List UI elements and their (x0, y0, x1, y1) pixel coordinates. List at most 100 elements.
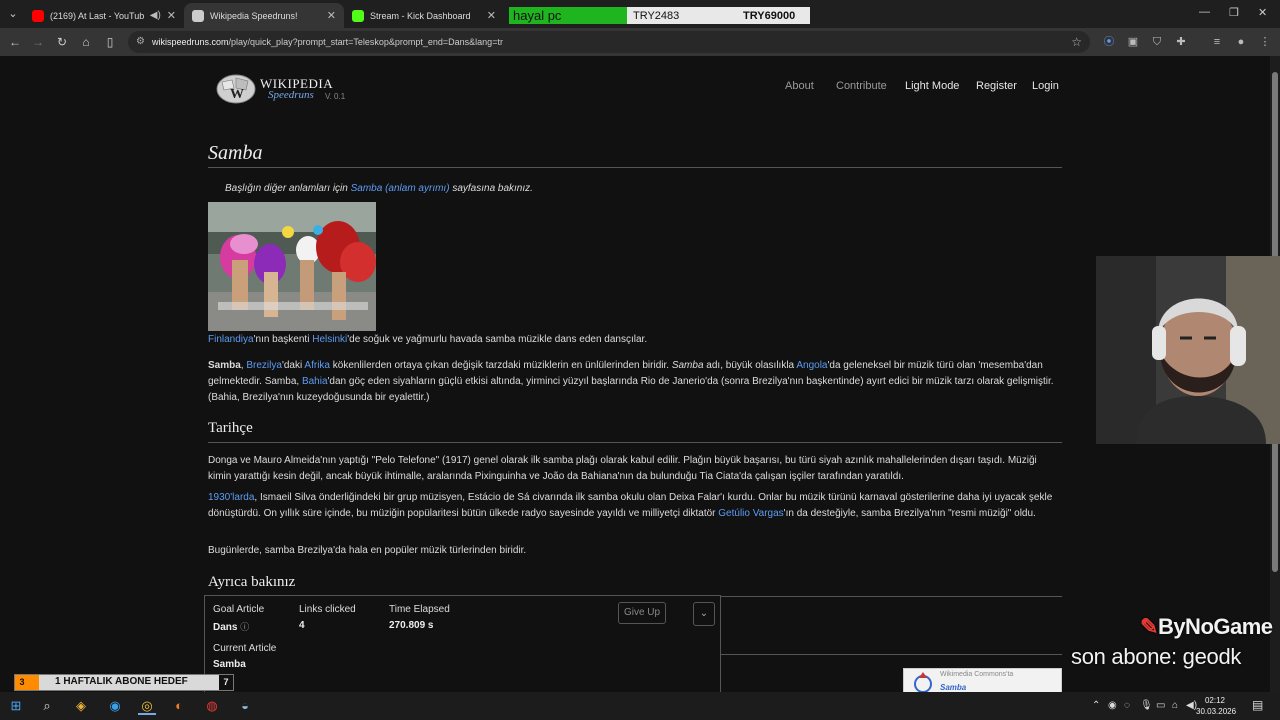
pen-logo-icon: ✎ (1140, 614, 1158, 639)
intro-paragraph: Samba, Brezilya'daki Afrika kökenlilerde… (208, 360, 1054, 403)
edge-icon[interactable]: ◉ (106, 697, 124, 715)
donation-target: TRY69000 (743, 9, 796, 22)
screen: ⌄ (2169) At Last - YouTube ◀) ✕ Wikipedi… (0, 0, 1280, 720)
speaker-icon[interactable]: ◀) (150, 10, 161, 21)
nav-light-mode[interactable]: Light Mode (905, 80, 959, 92)
article-title: Samba (208, 142, 263, 164)
time-elapsed-label: Time Elapsed (389, 604, 450, 615)
web-page: W WIKIPEDIA Speedruns V. 0.1 About Contr… (0, 56, 1270, 692)
link-1930larda[interactable]: 1930'larda (208, 492, 254, 503)
battery-icon[interactable]: ▭ (1156, 700, 1165, 711)
nav-about[interactable]: About (785, 80, 814, 92)
extension-icon[interactable]: ⦿ (1102, 35, 1116, 49)
microphone-icon[interactable]: 🎙 (1140, 700, 1153, 711)
section-heading-see-also: Ayrıca bakınız (208, 574, 296, 590)
tab-youtube[interactable]: (2169) At Last - YouTube ◀) ✕ (24, 3, 184, 28)
chrome-icon[interactable]: ◎ (138, 697, 156, 715)
commons-logo-icon (914, 672, 932, 692)
commons-link[interactable]: Samba (940, 683, 966, 692)
copilot-icon[interactable]: ◈ (72, 697, 90, 715)
url-path: /play/quick_play?prompt_start=Teleskop&p… (228, 37, 503, 47)
history-paragraph-3: Bugünlerde, samba Brezilya'da hala en po… (208, 545, 527, 556)
more-icon[interactable]: ⋮ (1258, 35, 1272, 49)
close-tab-icon[interactable]: ✕ (487, 9, 496, 22)
browser-toolbar: ← → ↻ ⌂ ▯ ⚙ wikispeedruns.com/play/quick… (0, 28, 1280, 56)
image-caption: Finlandiya'nın başkenti Helsinki'de soğu… (208, 334, 648, 345)
obs-icon[interactable]: ◍ (203, 697, 221, 715)
kick-icon (352, 9, 364, 22)
home-icon[interactable]: ⌂ (77, 33, 95, 51)
forward-icon[interactable]: → (29, 33, 47, 51)
notification-icon[interactable]: ▤ (1252, 698, 1263, 712)
link-bahia[interactable]: Bahia (302, 376, 328, 387)
section-divider (208, 442, 1062, 443)
version-label: V. 0.1 (325, 92, 346, 101)
donation-current: TRY2483 (633, 9, 680, 22)
youtube-icon (32, 9, 44, 22)
current-article-value: Samba (213, 659, 246, 670)
link-afrika[interactable]: Afrika (304, 360, 330, 371)
donation-goal-bar: hayal pc TRY2483 TRY69000 (509, 7, 810, 24)
link-angola[interactable]: Angola (796, 360, 827, 371)
donation-name: hayal pc (509, 7, 627, 24)
goal-current-number: 3 (15, 675, 29, 690)
nav-contribute[interactable]: Contribute (836, 80, 887, 92)
last-subscriber: son abone: geodk (1071, 644, 1242, 669)
minimize-icon[interactable]: — (1199, 6, 1210, 18)
link-brezilya[interactable]: Brezilya (246, 360, 282, 371)
tab-title: Wikipedia Speedruns! (210, 10, 298, 21)
browser-tabstrip: ⌄ (2169) At Last - YouTube ◀) ✕ Wikipedi… (0, 0, 1280, 28)
nav-login[interactable]: Login (1032, 80, 1059, 92)
info-icon[interactable]: ⓘ (240, 622, 249, 632)
bookmark-star-icon[interactable]: ☆ (1071, 31, 1082, 53)
article-image[interactable] (208, 202, 376, 331)
site-logo[interactable]: W WIKIPEDIA Speedruns V. 0.1 (212, 72, 362, 106)
extension-icon[interactable]: ▣ (1126, 35, 1140, 49)
search-icon[interactable]: ⌕ (38, 697, 56, 715)
side-panel-icon[interactable]: ▯ (101, 33, 119, 51)
taskbar-clock[interactable]: 02:12 30.03.2026 (1196, 695, 1236, 717)
nav-register[interactable]: Register (976, 80, 1017, 92)
reload-icon[interactable]: ↻ (53, 33, 71, 51)
commons-box[interactable]: Wikimedia Commons'ta Samba (903, 668, 1062, 692)
tab-search-icon[interactable]: ⌄ (4, 4, 22, 24)
tab-title: Stream - Kick Dashboard (370, 10, 471, 21)
shield-icon[interactable]: ⛉ (1150, 35, 1164, 49)
windows-start-icon[interactable]: ⊞ (7, 697, 25, 715)
firefox-icon[interactable]: ◐ (170, 697, 188, 715)
windows-taskbar: ⊞ ⌕ ◈ ◉ ◎ ◐ ◍ ◒ ⌃ ◉ ◌ 🎙 ▭ ⌂ ◀) 02:12 30.… (0, 692, 1280, 720)
tray-overflow-icon[interactable]: ⌃ (1092, 700, 1100, 711)
puzzle-icon[interactable]: ✚ (1174, 35, 1188, 49)
link-finlandiya[interactable]: Finlandiya (208, 334, 254, 345)
link-helsinki[interactable]: Helsinki (312, 334, 347, 345)
close-window-icon[interactable]: ✕ (1258, 6, 1267, 19)
disambiguation-link[interactable]: Samba (anlam ayrımı) (351, 183, 450, 194)
tab-wikispeedruns[interactable]: Wikipedia Speedruns! ✕ (184, 3, 344, 28)
address-bar[interactable]: ⚙ wikispeedruns.com/play/quick_play?prom… (128, 31, 1090, 53)
webcam-overlay (1096, 256, 1280, 444)
links-clicked-label: Links clicked (299, 604, 356, 615)
steam-icon[interactable]: ◒ (236, 697, 254, 715)
title-divider (208, 167, 1062, 168)
chevron-down-icon[interactable]: ⌄ (693, 602, 715, 626)
tray-app-icon[interactable]: ◉ (1108, 700, 1117, 711)
restore-icon[interactable]: ❐ (1229, 6, 1239, 19)
tab-kick-dashboard[interactable]: Stream - Kick Dashboard ✕ (344, 3, 504, 28)
close-tab-icon[interactable]: ✕ (167, 9, 176, 22)
goal-article-value[interactable]: Dans ⓘ (213, 620, 249, 633)
logo-subtitle: Speedruns (268, 89, 314, 101)
site-info-icon[interactable]: ⚙ (136, 31, 145, 53)
network-icon[interactable]: ⌂ (1172, 700, 1178, 711)
menu-list-icon[interactable]: ≡ (1210, 35, 1224, 49)
tab-title: (2169) At Last - YouTube (50, 10, 144, 21)
tray-app-icon[interactable]: ◌ (1124, 700, 1130, 711)
profile-icon[interactable]: ● (1234, 35, 1248, 49)
clock-time: 02:12 (1204, 696, 1226, 705)
give-up-button[interactable]: Give Up (618, 602, 666, 624)
current-article-label: Current Article (213, 643, 277, 654)
link-getulio-vargas[interactable]: Getúlio Vargas (718, 508, 783, 519)
back-icon[interactable]: ← (6, 33, 24, 51)
history-paragraph-2: 1930'larda, Ismaeil Silva önderliğindeki… (208, 492, 1053, 519)
goal-target-number: 7 (219, 675, 233, 690)
close-tab-icon[interactable]: ✕ (327, 9, 336, 22)
